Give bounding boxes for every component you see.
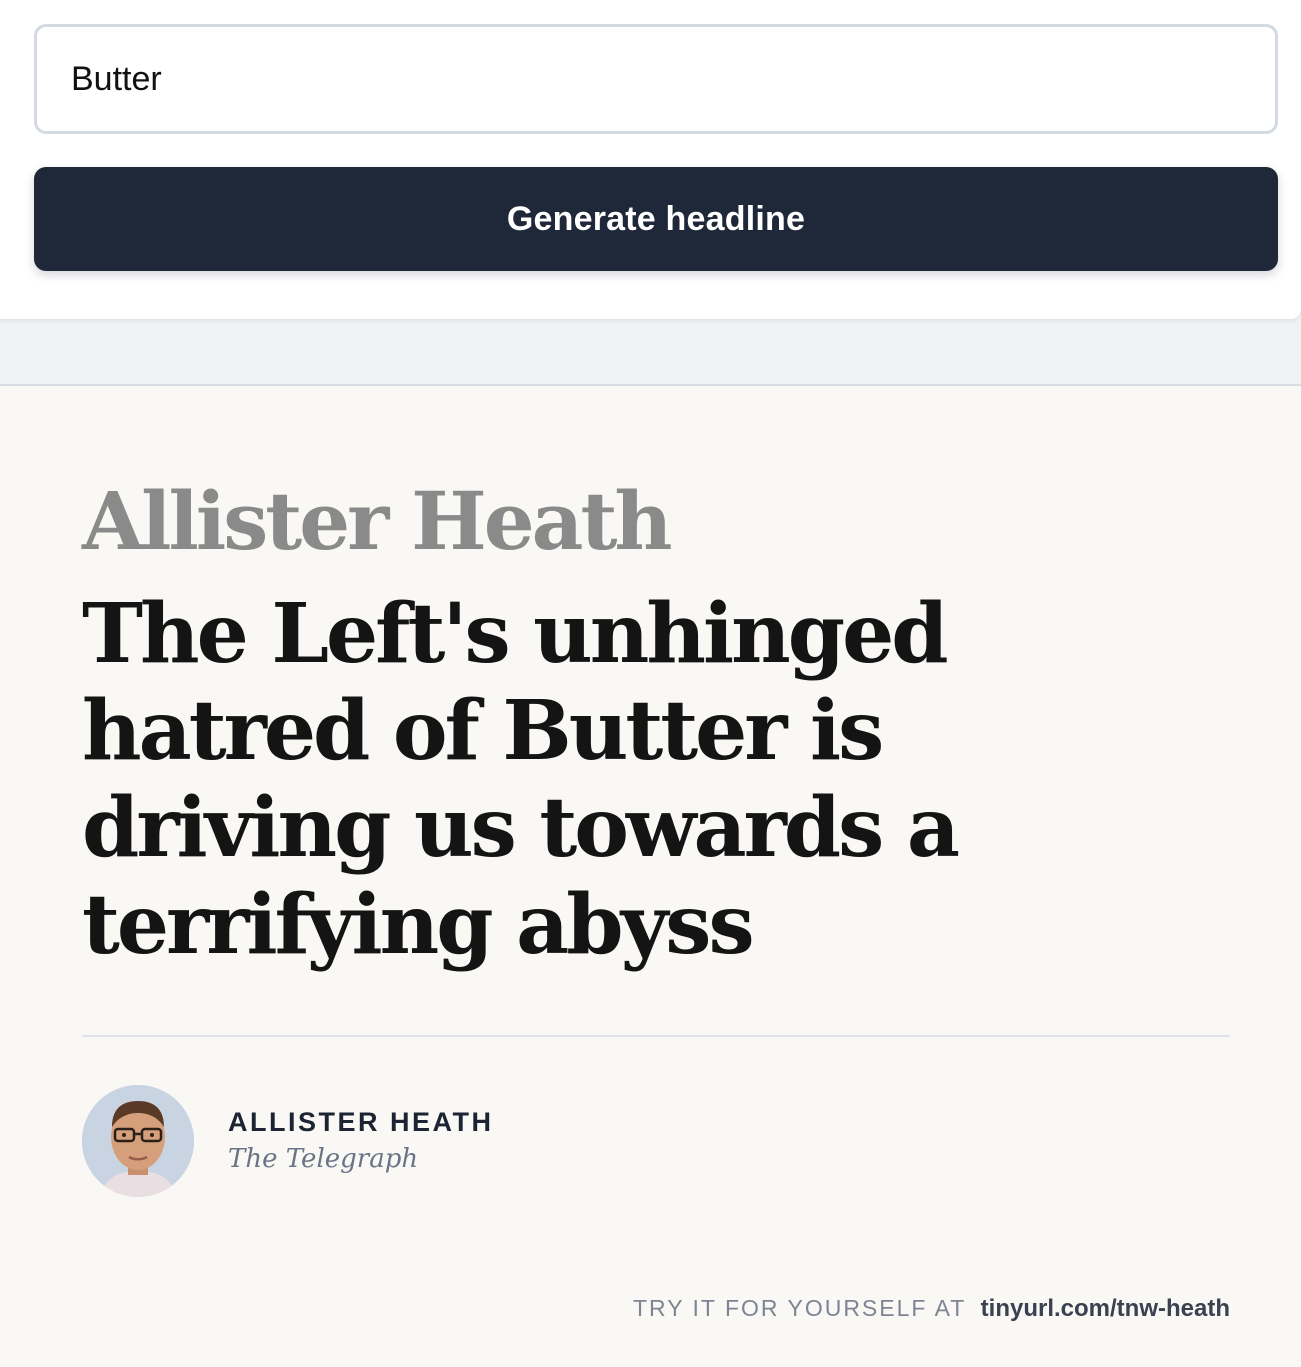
byline-publication: The Telegraph — [228, 1144, 419, 1174]
topic-input[interactable] — [34, 24, 1278, 134]
byline-author-name: ALLISTER HEATH — [228, 1107, 494, 1137]
footer-link[interactable]: tinyurl.com/tnw-heath — [981, 1295, 1230, 1322]
author-avatar — [82, 1085, 194, 1197]
divider — [82, 1035, 1230, 1037]
headline-generator-form: Generate headline — [0, 0, 1301, 319]
author-heading: Allister Heath — [82, 474, 673, 568]
headline-text: The Left's unhinged hatred of Butter is … — [82, 586, 960, 973]
footer-call-to-action: TRY IT FOR YOURSELF AT tinyurl.com/tnw-h… — [633, 1295, 1230, 1323]
footer-prefix: TRY IT FOR YOURSELF AT — [632, 1295, 967, 1321]
headline-card: Allister Heath The Left's unhinged hatre… — [0, 388, 1301, 1367]
author-photo-icon — [82, 1085, 194, 1197]
generate-headline-button[interactable]: Generate headline — [34, 167, 1278, 271]
